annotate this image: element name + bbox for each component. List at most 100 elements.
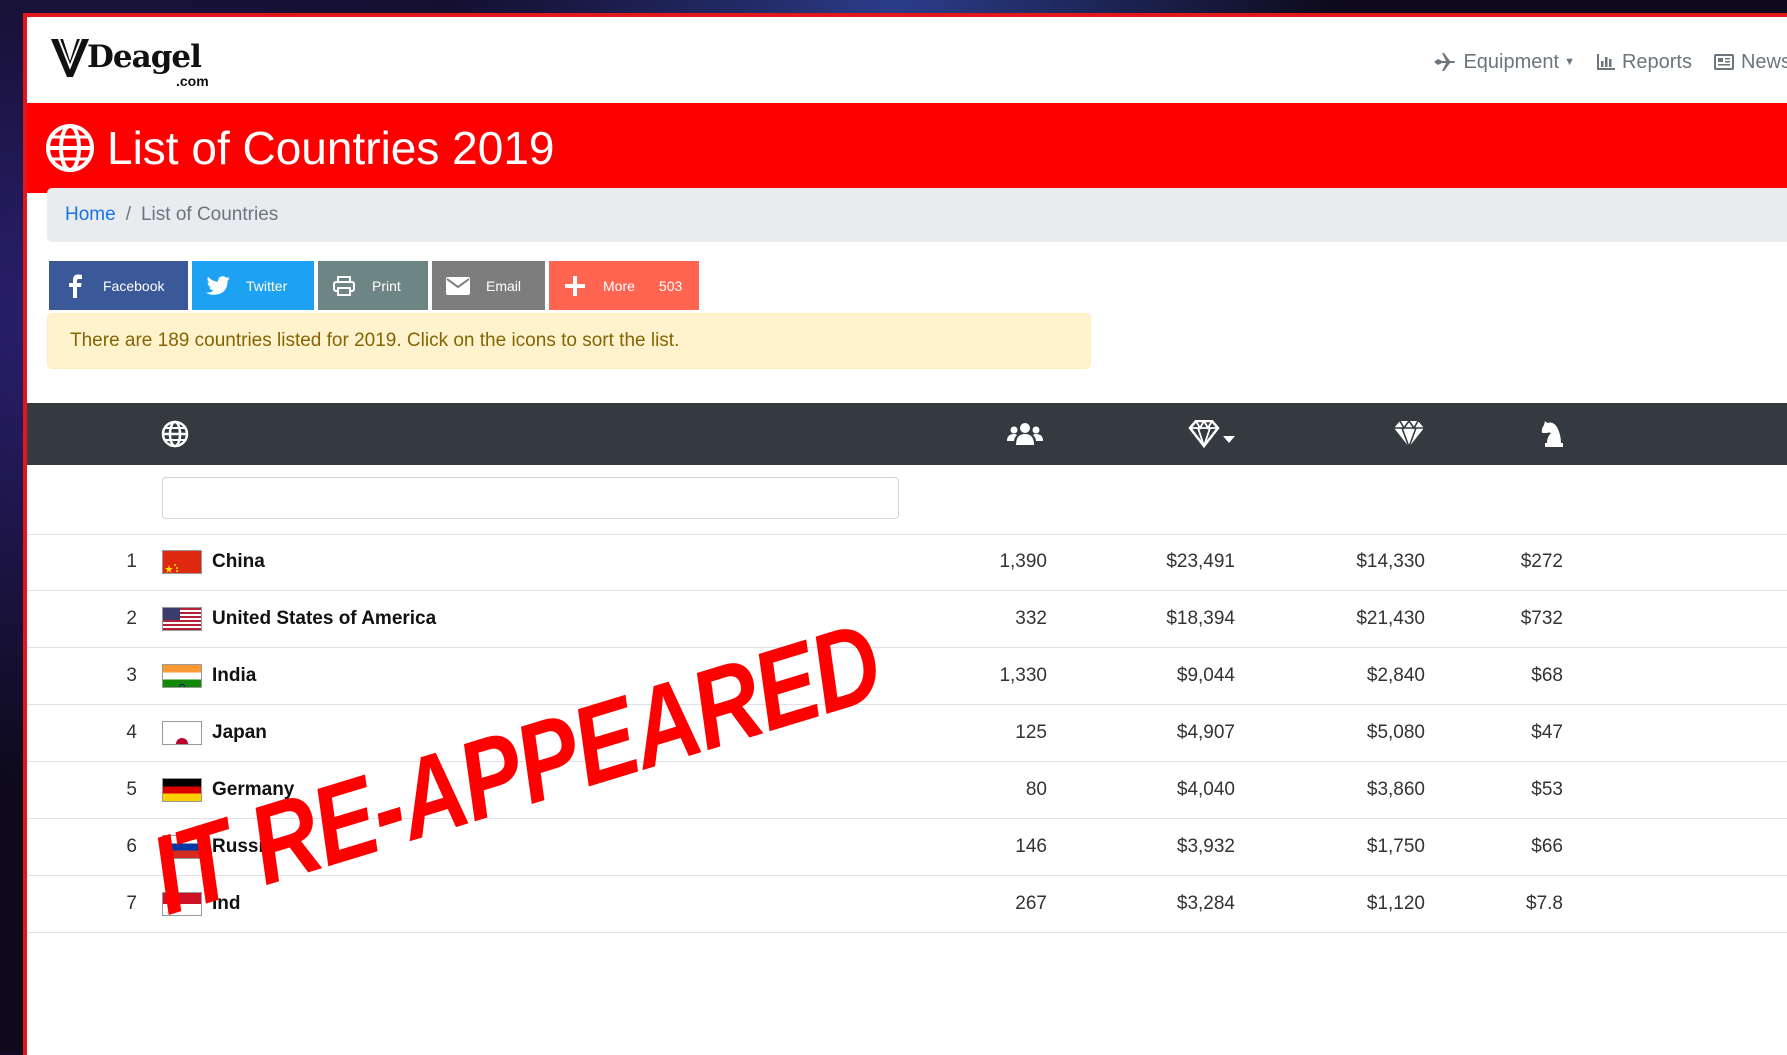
facebook-share-button[interactable]: Facebook [49,261,188,310]
sort-gdp-button[interactable] [1391,419,1427,449]
breadcrumb-home-link[interactable]: Home [65,204,116,226]
info-alert: There are 189 countries listed for 2019.… [47,313,1091,369]
rank-cell: 5 [126,779,137,800]
population-cell: 267 [1015,893,1047,914]
military-cell: $68 [1531,665,1563,686]
germany-flag-icon [162,778,202,802]
print-label: Print [372,277,401,294]
twitter-label: Twitter [246,277,288,294]
gdp-ppp-cell: $3,932 [1176,836,1235,857]
sort-gdp-ppp-button[interactable] [1187,419,1237,449]
diamond-icon [1394,420,1424,448]
rank-cell: 4 [126,722,137,743]
russia-flag-icon [162,835,202,859]
nav-news-label: News [1740,50,1787,73]
facebook-icon [63,274,87,298]
population-cell: 332 [1015,608,1047,629]
table-row[interactable]: 7 Ind 267 $3,284 $1,120 $7.8 [27,876,1787,933]
logo-text: Deagel [87,39,202,75]
globe-icon [161,420,189,448]
site-logo[interactable]: Deagel .com [51,37,226,89]
twitter-icon [206,274,230,298]
nav-news[interactable]: News [1713,50,1787,74]
alert-text: There are 189 countries listed for 2019.… [70,330,680,351]
gdp-ppp-cell: $9,044 [1176,665,1235,686]
population-cell: 1,330 [999,665,1047,686]
rank-cell: 1 [126,551,137,572]
chevron-down-icon: ▼ [1564,56,1575,68]
country-name-link[interactable]: Germany [212,762,294,818]
military-cell: $66 [1531,836,1563,857]
more-label: More [603,277,635,294]
filter-row [27,465,1787,535]
sort-military-button[interactable] [1535,419,1571,449]
country-name-link[interactable]: China [212,534,265,590]
sort-country-button[interactable] [157,419,193,449]
table-row[interactable]: 3 India 1,330 $9,044 $2,840 $68 [27,648,1787,705]
navbar: Deagel .com Equipment ▼ Reports News [27,17,1787,103]
diamond-sort-icon [1188,420,1235,448]
india-flag-icon [162,664,202,688]
table-row[interactable]: 5 Germany 80 $4,040 $3,860 $53 [27,762,1787,819]
rank-cell: 7 [126,893,137,914]
gdp-ppp-cell: $4,907 [1176,722,1235,743]
military-cell: $53 [1531,779,1563,800]
military-cell: $47 [1531,722,1563,743]
country-filter-input[interactable] [162,477,899,519]
table-row[interactable]: 2 United States of America 332 $18,394 $… [27,591,1787,648]
breadcrumb: Home / List of Countries [47,188,1787,242]
more-share-button[interactable]: More 503 [549,261,699,310]
rank-cell: 3 [126,665,137,686]
gdp-ppp-cell: $4,040 [1176,779,1235,800]
rank-cell: 6 [126,836,137,857]
globe-icon [46,124,94,172]
chess-knight-icon [1541,421,1563,447]
gdp-ppp-cell: $18,394 [1166,608,1235,629]
bar-chart-icon [1596,54,1615,70]
nav-equipment[interactable]: Equipment ▼ [1434,51,1575,74]
countries-table-body: 1 China 1,390 $23,491 $14,330 $272 2 Uni… [27,534,1787,933]
military-cell: $272 [1520,551,1563,572]
gdp-ppp-cell: $3,284 [1176,893,1235,914]
breadcrumb-separator: / [125,204,131,225]
indonesia-flag-icon [162,892,202,916]
twitter-share-button[interactable]: Twitter [192,261,314,310]
table-row[interactable]: 1 China 1,390 $23,491 $14,330 $272 [27,534,1787,591]
email-share-button[interactable]: Email [432,261,545,310]
table-row[interactable]: 6 Russia 146 $3,932 $1,750 $66 [27,819,1787,876]
facebook-label: Facebook [103,277,165,294]
population-cell: 125 [1015,722,1047,743]
sort-population-button[interactable] [1007,419,1043,449]
print-button[interactable]: Print [318,261,428,310]
page-header: List of Countries 2019 [27,103,1787,193]
gdp-ppp-cell: $23,491 [1166,551,1235,572]
china-flag-icon [162,550,202,574]
table-header [27,403,1787,465]
population-cell: 80 [1025,779,1047,800]
country-name-link[interactable]: Ind [212,876,241,932]
country-name-link[interactable]: Japan [212,705,267,761]
nav-reports[interactable]: Reports [1596,50,1692,74]
country-name-link[interactable]: Russia [212,819,274,875]
military-cell: $732 [1520,608,1563,629]
nav-equipment-label: Equipment [1463,50,1560,73]
nav-reports-label: Reports [1621,50,1692,73]
country-name-link[interactable]: United States of America [212,591,436,647]
plus-icon [563,274,587,298]
population-cell: 146 [1015,836,1047,857]
country-name-link[interactable]: India [212,648,256,704]
printer-icon [332,274,356,298]
browser-screenshot-frame: Deagel .com Equipment ▼ Reports News Lis… [23,13,1787,1055]
users-icon [1007,423,1043,445]
table-row[interactable]: 4 Japan 125 $4,907 $5,080 $47 [27,705,1787,762]
envelope-icon [446,274,470,298]
newspaper-icon [1713,54,1734,70]
japan-flag-icon [162,721,202,745]
page-title: List of Countries 2019 [107,122,555,174]
military-cell: $7.8 [1526,893,1563,914]
population-cell: 1,390 [999,551,1047,572]
usa-flag-icon [162,607,202,631]
share-count: 503 [658,277,683,294]
nav-links: Equipment ▼ Reports News [1434,47,1787,77]
airplane-icon [1434,53,1456,71]
